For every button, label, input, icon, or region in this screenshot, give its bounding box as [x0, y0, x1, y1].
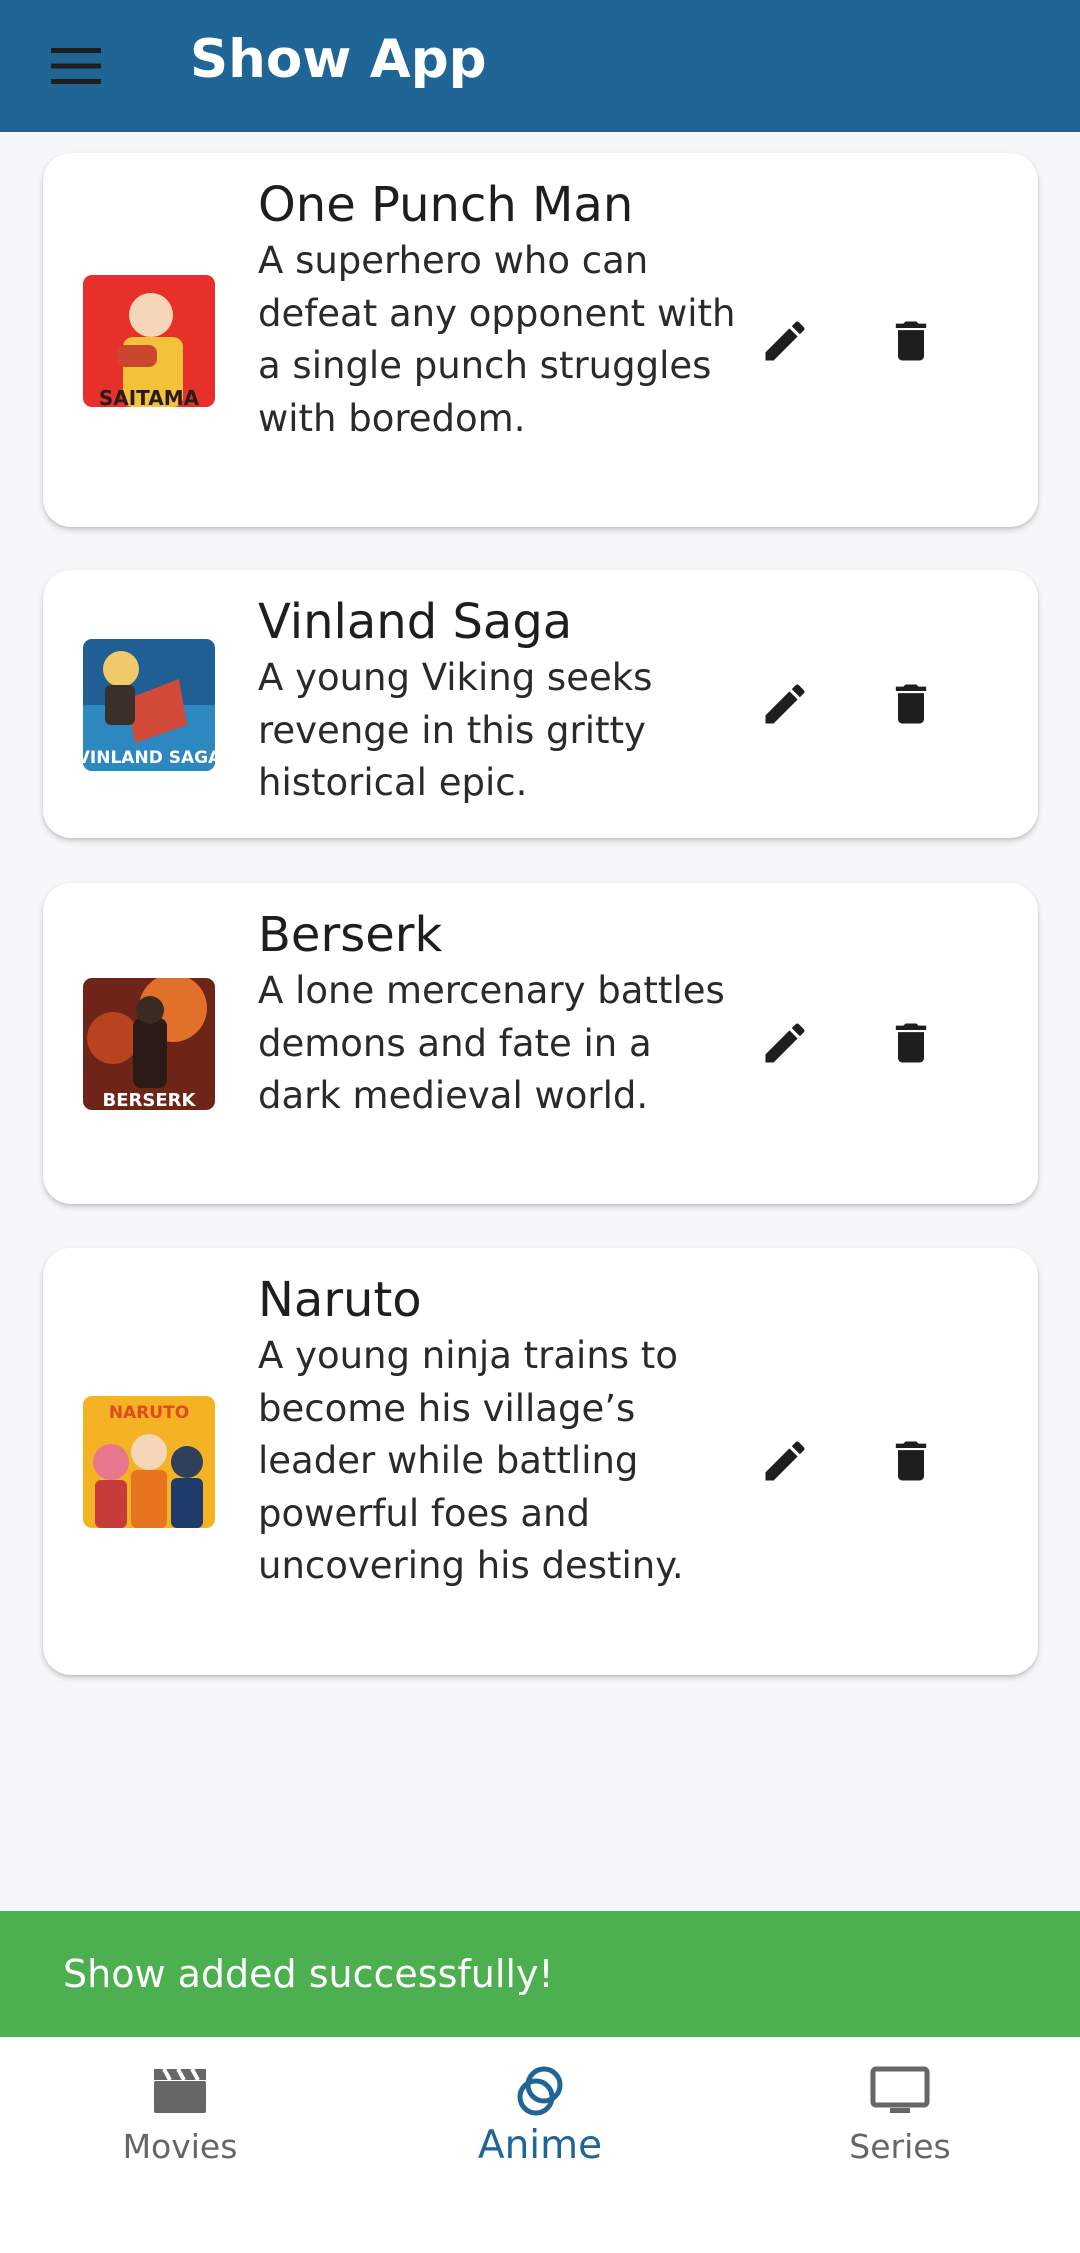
pencil-icon	[765, 1441, 805, 1481]
page-title: Show App	[190, 28, 487, 90]
show-thumbnail: SAITAMA	[83, 275, 215, 407]
show-description: A young ninja trains to become his villa…	[258, 1334, 684, 1587]
edit-button[interactable]	[740, 659, 830, 749]
show-card[interactable]: BERSERK Berserk A lone mercenary battles…	[43, 883, 1038, 1204]
delete-button[interactable]	[866, 998, 956, 1088]
show-title: Berserk	[258, 907, 443, 963]
show-card[interactable]: SAITAMA One Punch Man A superhero who ca…	[43, 153, 1038, 527]
nav-item-anime[interactable]: Anime	[360, 2037, 720, 2197]
pencil-icon	[765, 684, 805, 724]
rings-icon	[517, 2066, 563, 2116]
trash-icon	[895, 321, 927, 361]
thumbnail-caption: VINLAND SAGA	[83, 748, 215, 768]
snackbar: Show added successfully!	[0, 1911, 1080, 2037]
show-title: One Punch Man	[258, 177, 634, 233]
show-card[interactable]: NARUTO Naruto A young ninja trains to be…	[43, 1248, 1038, 1675]
trash-icon	[895, 1023, 927, 1063]
menu-button[interactable]	[40, 30, 112, 102]
show-title: Vinland Saga	[258, 594, 573, 650]
nav-label: Series	[849, 2127, 951, 2166]
delete-button[interactable]	[866, 659, 956, 749]
show-thumbnail: BERSERK	[83, 978, 215, 1110]
bottom-navigation: Movies Anime Series	[0, 2037, 1080, 2253]
delete-button[interactable]	[866, 1416, 956, 1506]
show-description: A superhero who can defeat any opponent …	[258, 239, 736, 440]
tv-icon	[870, 2066, 930, 2113]
nav-item-series[interactable]: Series	[720, 2037, 1080, 2197]
show-card[interactable]: VINLAND SAGA Vinland Saga A young Viking…	[43, 570, 1038, 838]
nav-label: Movies	[122, 2127, 238, 2166]
nav-item-movies[interactable]: Movies	[0, 2037, 360, 2197]
nav-label: Anime	[477, 2123, 603, 2168]
edit-button[interactable]	[740, 296, 830, 386]
thumbnail-caption: BERSERK	[103, 1090, 197, 1110]
thumbnail-caption: NARUTO	[109, 1403, 189, 1423]
clapperboard-icon	[154, 2068, 206, 2113]
thumbnail-caption: SAITAMA	[99, 386, 200, 407]
show-thumbnail: VINLAND SAGA	[83, 639, 215, 771]
pencil-icon	[765, 321, 805, 361]
app-bar: Show App	[0, 0, 1080, 132]
pencil-icon	[765, 1023, 805, 1063]
app-screen: Show App SAITAMA One Punch Man A superhe…	[0, 0, 1080, 2253]
edit-button[interactable]	[740, 998, 830, 1088]
trash-icon	[895, 1441, 927, 1481]
delete-button[interactable]	[866, 296, 956, 386]
show-description: A lone mercenary battles demons and fate…	[258, 969, 725, 1117]
show-description: A young Viking seeks revenge in this gri…	[258, 656, 653, 804]
snackbar-message: Show added successfully!	[63, 1952, 554, 1996]
show-title: Naruto	[258, 1272, 422, 1328]
menu-icon	[51, 48, 101, 84]
show-thumbnail: NARUTO	[83, 1396, 215, 1528]
edit-button[interactable]	[740, 1416, 830, 1506]
trash-icon	[895, 684, 927, 724]
